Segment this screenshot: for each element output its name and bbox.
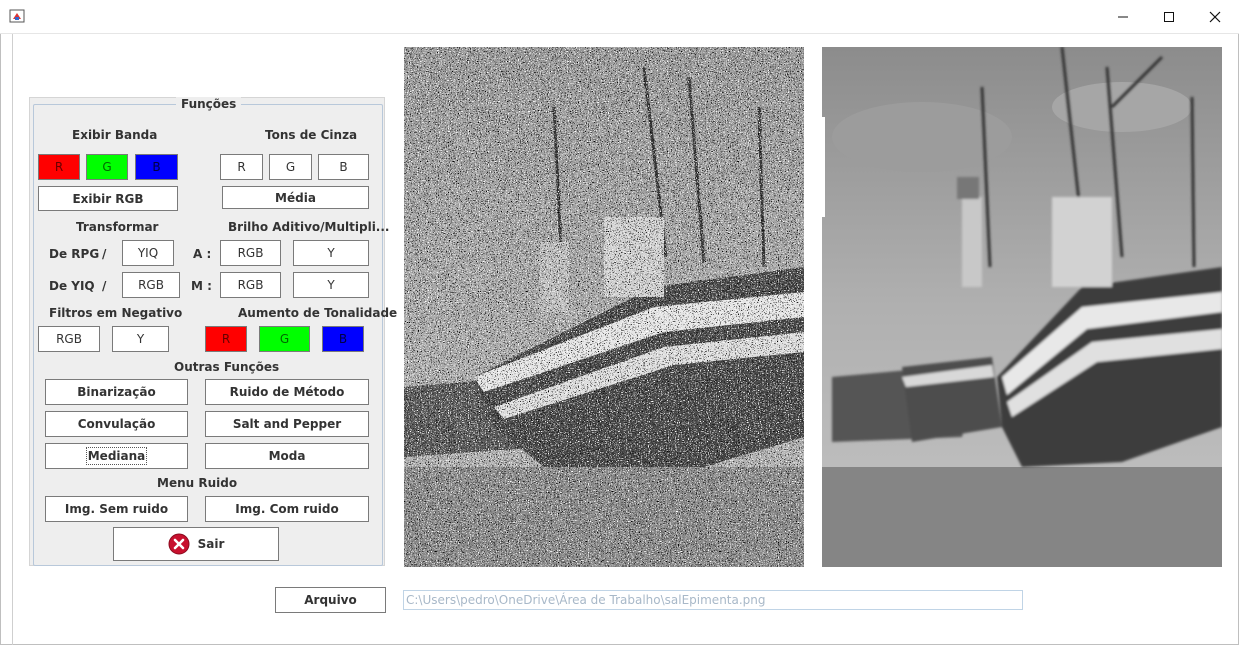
ruido-metodo-button[interactable]: Ruido de Método: [205, 379, 369, 405]
negativo-y-button[interactable]: Y: [112, 326, 169, 352]
de-yiq-label: De YIQ: [49, 279, 95, 293]
gray-b-button[interactable]: B: [318, 154, 369, 180]
tone-r-button[interactable]: R: [205, 326, 247, 352]
exit-icon: [168, 533, 190, 555]
binarizacao-button[interactable]: Binarização: [45, 379, 188, 405]
sair-button[interactable]: Sair: [113, 527, 279, 561]
transformar-label: Transformar: [76, 220, 159, 234]
brilho-label: Brilho Aditivo/Multipli...: [228, 220, 390, 234]
gray-r-button[interactable]: R: [220, 154, 263, 180]
java-app-icon: [9, 8, 25, 24]
negativo-rgb-button[interactable]: RGB: [38, 326, 100, 352]
aditivo-a-label: A :: [193, 247, 212, 261]
noisy-boat-image: [404, 47, 804, 567]
divider: [12, 34, 13, 645]
brilho-m-y-button[interactable]: Y: [293, 272, 369, 298]
slash-label-2: /: [102, 279, 107, 293]
tone-b-button[interactable]: B: [322, 326, 364, 352]
filtered-boat-image: [822, 47, 1222, 567]
brilho-a-y-button[interactable]: Y: [293, 240, 369, 266]
mediana-button[interactable]: Mediana: [45, 443, 188, 469]
to-yiq-button[interactable]: YIQ: [122, 240, 174, 266]
band-g-button[interactable]: G: [86, 154, 128, 180]
img-sem-ruido-button[interactable]: Img. Sem ruido: [45, 496, 188, 522]
tone-g-button[interactable]: G: [259, 326, 310, 352]
to-rgb-button[interactable]: RGB: [122, 272, 180, 298]
file-path-field[interactable]: C:\Users\pedro\OneDrive\Área de Trabalho…: [403, 590, 1023, 610]
menu-ruido-label: Menu Ruido: [157, 476, 238, 490]
brilho-m-rgb-button[interactable]: RGB: [220, 272, 281, 298]
functions-title: Funções: [176, 97, 242, 111]
salt-pepper-button[interactable]: Salt and Pepper: [205, 411, 369, 437]
band-b-button[interactable]: B: [135, 154, 178, 180]
band-r-button[interactable]: R: [38, 154, 80, 180]
title-bar: [0, 0, 1239, 34]
maximize-icon[interactable]: [1146, 0, 1192, 34]
minimize-icon[interactable]: [1100, 0, 1146, 34]
de-rpg-label: De RPG: [49, 247, 100, 261]
tons-de-cinza-label: Tons de Cinza: [265, 128, 358, 142]
filtros-negativo-label: Filtros em Negativo: [49, 306, 183, 320]
aumento-tonalidade-label: Aumento de Tonalidade: [238, 306, 398, 320]
media-button[interactable]: Média: [222, 186, 369, 209]
img-com-ruido-button[interactable]: Img. Com ruido: [205, 496, 369, 522]
brilho-a-rgb-button[interactable]: RGB: [220, 240, 281, 266]
multiplicativo-m-label: M :: [191, 279, 212, 293]
convulacao-button[interactable]: Convulação: [45, 411, 188, 437]
outras-funcoes-label: Outras Funções: [174, 360, 280, 374]
gray-g-button[interactable]: G: [269, 154, 312, 180]
exibir-rgb-button[interactable]: Exibir RGB: [38, 186, 178, 211]
moda-button[interactable]: Moda: [205, 443, 369, 469]
exibir-banda-label: Exibir Banda: [72, 128, 158, 142]
close-icon[interactable]: [1192, 0, 1238, 34]
arquivo-button[interactable]: Arquivo: [275, 587, 386, 613]
slash-label: /: [102, 247, 107, 261]
